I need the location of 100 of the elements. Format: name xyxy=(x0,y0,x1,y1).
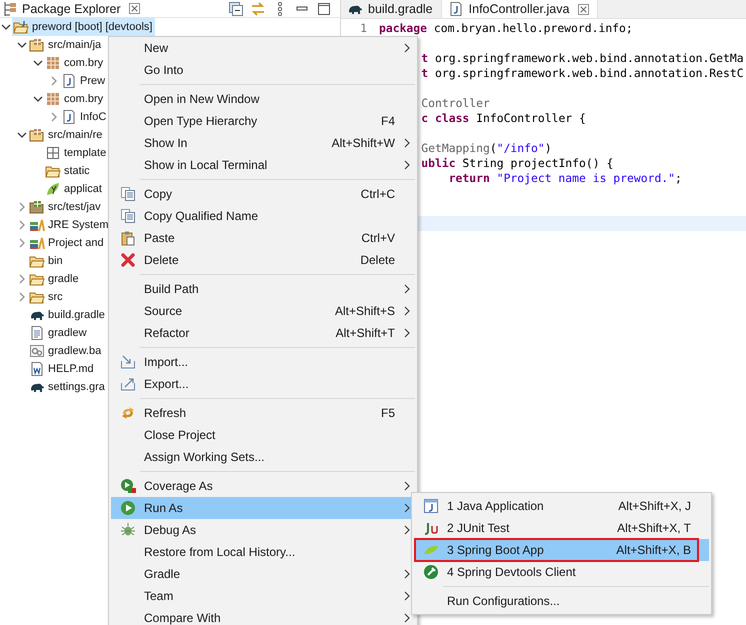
view-title[interactable]: Package Explorer xyxy=(22,2,121,16)
menu-item[interactable]: New xyxy=(111,37,415,59)
paste-icon xyxy=(120,230,136,246)
junit-icon xyxy=(422,520,438,536)
menu-item[interactable]: Import... xyxy=(111,351,415,373)
books-icon xyxy=(29,217,45,233)
export-icon xyxy=(120,376,136,392)
tree-item-label[interactable]: Project and xyxy=(48,237,104,249)
code-line: t org.springframework.web.bind.annotation.GetMa xyxy=(421,51,744,66)
package-icon xyxy=(45,91,61,107)
gear-file-icon xyxy=(29,343,45,359)
shortcut-label: F4 xyxy=(380,114,396,128)
shortcut-label: Alt+Shift+W xyxy=(332,136,396,150)
tree-item-label[interactable]: gradlew xyxy=(48,327,87,339)
tree-item-label[interactable]: src xyxy=(48,291,63,303)
close-icon[interactable] xyxy=(128,3,140,14)
editor-tab[interactable]: build.gradle xyxy=(341,0,442,18)
menu-item[interactable]: 1 Java Application Alt+Shift+X, J xyxy=(414,495,709,517)
tree-item-label[interactable]: JRE System xyxy=(48,219,109,231)
tree-item-label[interactable]: gradle xyxy=(48,273,79,285)
tree-item-label[interactable]: settings.gra xyxy=(48,381,105,393)
delete-icon xyxy=(120,252,136,268)
menu-item[interactable]: Assign Working Sets... xyxy=(111,446,415,468)
run-icon xyxy=(120,500,136,516)
menu-item[interactable]: 4 Spring Devtools Client xyxy=(414,561,709,583)
menu-item[interactable]: Show in Local Terminal xyxy=(111,154,415,176)
collapse-all-icon[interactable] xyxy=(228,0,244,16)
menu-item[interactable]: Show In Alt+Shift+W xyxy=(111,132,415,154)
project-folder-icon xyxy=(13,19,29,35)
shortcut-label: Alt+Shift+X, T xyxy=(617,521,692,535)
tree-item-label[interactable]: src/main/ja xyxy=(48,39,102,51)
source-folder-icon xyxy=(29,127,45,143)
tree-item-label[interactable]: HELP.md xyxy=(48,363,94,375)
code-line: package com.bryan.hello.preword.info; xyxy=(379,21,633,36)
shortcut-label: Alt+Shift+S xyxy=(334,304,396,318)
menu-item[interactable]: Delete Delete xyxy=(111,249,415,271)
coverage-icon xyxy=(120,478,136,494)
shortcut-label: Ctrl+V xyxy=(361,231,396,245)
tree-item-label[interactable]: template xyxy=(64,147,106,159)
menu-item[interactable]: Restore from Local History... xyxy=(111,541,415,563)
java-app-icon xyxy=(422,498,438,514)
tree-item-label[interactable]: src/main/re xyxy=(48,129,102,141)
line-number: 1 xyxy=(360,21,368,36)
menu-item[interactable]: Compare With xyxy=(111,607,415,625)
menu-item[interactable]: Run Configurations... xyxy=(414,590,709,612)
tree-item-label[interactable]: applicat xyxy=(64,183,102,195)
code-line: GetMapping("/info") xyxy=(421,141,552,156)
document-icon xyxy=(29,361,45,377)
menu-item[interactable]: Build Path xyxy=(111,278,415,300)
menu-item[interactable]: Open Type Hierarchy F4 xyxy=(111,110,415,132)
hierarchy-icon xyxy=(2,0,18,16)
copy-icon xyxy=(120,208,136,224)
tree-item-label[interactable]: src/test/jav xyxy=(48,201,101,213)
close-icon[interactable] xyxy=(578,4,590,14)
tree-item-label[interactable]: com.bry xyxy=(64,57,104,69)
java-file-icon xyxy=(61,73,77,89)
code-line: c class InfoController { xyxy=(421,111,586,126)
tree-item-label[interactable]: static xyxy=(64,165,90,177)
shortcut-label: Alt+Shift+T xyxy=(336,326,396,340)
code-line: ublic String projectInfo() { xyxy=(421,156,614,171)
java-file-icon xyxy=(61,109,77,125)
code-line: Controller xyxy=(421,96,490,111)
menu-item[interactable]: 2 JUnit Test Alt+Shift+X, T xyxy=(414,517,709,539)
text-file-icon xyxy=(29,325,45,341)
shortcut-label: Ctrl+C xyxy=(360,187,396,201)
tree-item-label[interactable]: InfoC xyxy=(80,111,106,123)
menu-item[interactable]: Close Project xyxy=(111,424,415,446)
menu-item[interactable]: Refactor Alt+Shift+T xyxy=(111,322,415,344)
books-icon xyxy=(29,235,45,251)
menu-item[interactable]: Go Into xyxy=(111,59,415,81)
editor-tab[interactable]: InfoController.java xyxy=(442,0,598,18)
menu-item[interactable]: Refresh F5 xyxy=(111,402,415,424)
source-folder-icon xyxy=(29,37,45,53)
menu-item[interactable]: Copy Ctrl+C xyxy=(111,183,415,205)
shortcut-label: Alt+Shift+X, J xyxy=(618,499,692,513)
menu-item[interactable]: Export... xyxy=(111,373,415,395)
source-folder-icon xyxy=(29,199,45,215)
java-file-icon xyxy=(448,1,464,17)
tree-item-label[interactable]: build.gradle xyxy=(48,309,105,321)
code-line: t org.springframework.web.bind.annotation.RestC xyxy=(421,66,744,81)
bug-icon xyxy=(120,522,136,538)
menu-item[interactable]: Team xyxy=(111,585,415,607)
menu-item[interactable]: 3 Spring Boot App Alt+Shift+X, B xyxy=(414,539,709,561)
menu-item[interactable]: Copy Qualified Name xyxy=(111,205,415,227)
import-icon xyxy=(120,354,136,370)
maximize-icon[interactable] xyxy=(316,0,332,16)
shortcut-label: Delete xyxy=(360,253,396,267)
menu-item[interactable]: Open in New Window xyxy=(111,88,415,110)
wrench-badge-icon xyxy=(422,564,438,580)
tree-item-label[interactable]: bin xyxy=(48,255,63,267)
menu-item[interactable]: Paste Ctrl+V xyxy=(111,227,415,249)
tree-item-label[interactable]: Prew xyxy=(80,75,106,87)
tree-item-label[interactable]: com.bry xyxy=(64,93,104,105)
shortcut-label: Alt+Shift+X, B xyxy=(616,543,692,557)
menu-item[interactable]: Gradle xyxy=(111,563,415,585)
leaf-file-icon xyxy=(45,181,61,197)
code-line: return "Project name is preword."; xyxy=(448,171,682,186)
menu-item[interactable]: Source Alt+Shift+S xyxy=(111,300,415,322)
copy-icon xyxy=(120,186,136,202)
tree-item-label[interactable]: gradlew.ba xyxy=(48,345,102,357)
